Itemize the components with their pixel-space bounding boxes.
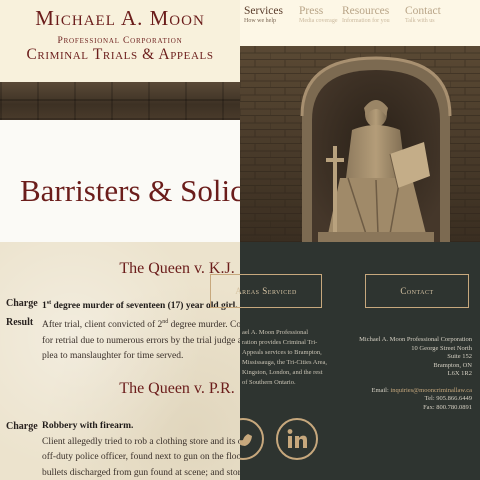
- nav-label: Resources: [342, 5, 390, 17]
- logo-corporation: Professional Corporation: [57, 36, 183, 46]
- linkedin-glyph: [287, 429, 307, 448]
- nav-label: Press: [299, 5, 324, 17]
- logo-practice-area: Criminal Trials & Appeals: [26, 46, 214, 63]
- nav-item-services[interactable]: Services How we help: [244, 5, 283, 24]
- charge-label: Charge: [6, 298, 38, 309]
- result-text: After trial, client convicted of 2nd deg…: [42, 315, 240, 365]
- address-line: Brampton, ON: [433, 361, 472, 369]
- about-line: Mississauga, the Tri-Cities Area,: [242, 359, 328, 366]
- result-label: Result: [6, 317, 34, 328]
- hero-title: Barristers & Solicitors: [20, 173, 240, 208]
- charge-label: Charge: [6, 421, 38, 432]
- nav-subtitle: Information for you: [342, 18, 390, 24]
- result-line: for retrial due to numerous errors by th…: [42, 335, 240, 346]
- nav-item-press[interactable]: Press Media coverage: [299, 5, 337, 24]
- social-twitter-wrap: [240, 416, 266, 462]
- twitter-icon[interactable]: [240, 418, 264, 460]
- case-title: The Queen v. K.J.: [119, 260, 235, 277]
- detail-line: Client allegedly tried to rob a clothing…: [42, 436, 240, 447]
- detail-line: off-duty police officer, found next to g…: [42, 452, 240, 462]
- areas-serviced-button[interactable]: Areas Serviced: [210, 274, 322, 308]
- charge-text: Robbery with firearm. Client allegedly t…: [42, 419, 240, 480]
- email-link[interactable]: inquiries@mooncriminallaw.ca: [390, 387, 472, 394]
- nav-item-contact[interactable]: Contact Talk with us: [405, 5, 441, 24]
- case-title: The Queen v. P.R.: [119, 380, 235, 397]
- footer-about-text: ael A. Moon Professional ration provides…: [242, 328, 332, 388]
- address-line: 10 George Street North: [411, 344, 472, 352]
- contact-button[interactable]: Contact: [365, 274, 469, 308]
- twitter-glyph: [240, 434, 252, 446]
- main-nav: Services How we help Press Media coverag…: [240, 0, 480, 46]
- footer-contact-info: Michael A. Moon Professional Corporation…: [344, 336, 472, 412]
- address-line: Michael A. Moon Professional Corporation: [359, 336, 472, 343]
- nav-subtitle: How we help: [244, 18, 276, 24]
- nav-subtitle: Media coverage: [299, 18, 338, 24]
- nav-subtitle: Talk with us: [405, 18, 435, 24]
- stone-wall-banner: [0, 82, 240, 120]
- linkedin-icon[interactable]: [276, 418, 318, 460]
- about-line: of Southern Ontario.: [242, 379, 296, 386]
- statue-illustration: [240, 46, 480, 242]
- charge-value: 1st degree murder of seventeen (17) year…: [42, 300, 238, 312]
- result-line: After trial, client convicted of 2nd deg…: [42, 319, 240, 331]
- charge-value: Robbery with firearm.: [42, 421, 134, 431]
- email-label: Email:: [371, 386, 389, 394]
- address-line: L6X 1R2: [447, 370, 472, 377]
- address-line: Suite 152: [447, 353, 472, 360]
- email-row: Email: inquiries@mooncriminallaw.ca: [344, 387, 472, 396]
- about-line: Kingston, London, and the rest: [242, 369, 323, 376]
- about-line: ration provides Criminal Tri-: [242, 339, 318, 346]
- fax: Fax: 800.780.0891: [423, 403, 472, 411]
- nav-label: Contact: [405, 5, 441, 17]
- logo-firm-name[interactable]: Michael A. Moon: [0, 6, 240, 31]
- detail-line: bullets discharged from gun found at sce…: [42, 467, 240, 478]
- nav-label: Services: [244, 5, 283, 17]
- phone: Tel: 905.866.6449: [424, 395, 472, 402]
- case-results-panel: The Queen v. K.J. Charge 1st degree murd…: [0, 242, 240, 480]
- justice-statue-image: [240, 46, 480, 242]
- nav-item-resources[interactable]: Resources Information for you: [342, 5, 390, 24]
- about-line: ael A. Moon Professional: [242, 329, 309, 336]
- about-line: Appeals services to Brampton,: [242, 349, 322, 356]
- result-line: plea to manslaughter for time served.: [42, 351, 184, 362]
